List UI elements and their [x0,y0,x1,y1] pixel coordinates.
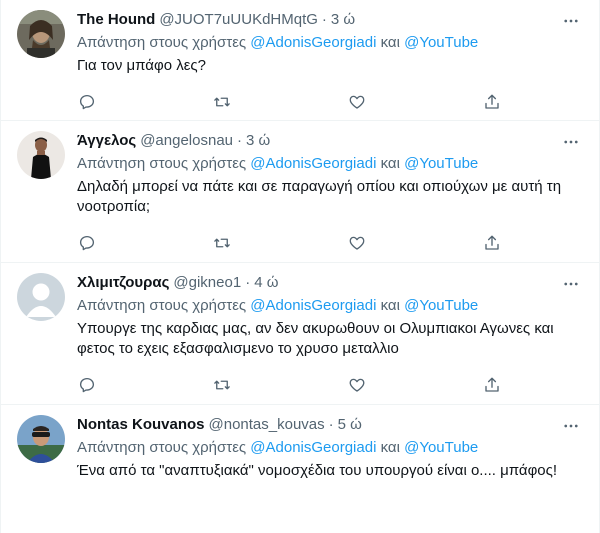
like-icon [349,378,365,392]
reply-joiner: και [380,439,400,456]
reply-context: Απάντηση στους χρήστες @AdonisGeorgiadi … [77,33,583,53]
avatar[interactable] [17,10,65,58]
more-icon [564,424,578,428]
reply-feed: The Hound @JUOT7uUUKdHMqtG · 3 ώ Απάντησ… [0,0,600,533]
share-icon [485,377,499,392]
share-icon [485,235,499,250]
separator-dot: · [321,11,327,28]
mention-link[interactable]: @YouTube [404,439,478,456]
author-handle[interactable]: @angelosnau [140,131,233,151]
mention-link[interactable]: @AdonisGeorgiadi [250,34,376,51]
more-button[interactable] [561,416,581,436]
retweet-icon [214,380,230,390]
tweet[interactable]: Άγγελος @angelosnau · 3 ώ Απάντηση στους… [1,121,599,263]
action-bar [77,365,502,405]
retweet-icon [214,238,230,248]
like-button[interactable] [347,92,367,112]
reply-joiner: και [380,155,400,172]
reply-context: Απάντηση στους χρήστες @AdonisGeorgiadi … [77,154,583,174]
share-button[interactable] [482,375,502,395]
timestamp[interactable]: 3 ώ [331,10,355,30]
reply-prefix: Απάντηση στους χρήστες [77,439,247,456]
author-handle[interactable]: @JUOT7uUUKdHMqtG [159,10,318,30]
timestamp[interactable]: 3 ώ [246,131,270,151]
tweet-text: Για τον μπάφο λες? [77,57,206,74]
share-button[interactable] [482,233,502,253]
reply-joiner: και [380,34,400,51]
separator-dot: · [328,416,334,433]
mention-link[interactable]: @YouTube [404,34,478,51]
mention-link[interactable]: @YouTube [404,297,478,314]
author-name[interactable]: Nontas Kouvanos [77,415,205,435]
action-bar [77,223,502,263]
reply-joiner: και [380,297,400,314]
mention-link[interactable]: @AdonisGeorgiadi [250,439,376,456]
share-icon [485,94,499,109]
mention-link[interactable]: @YouTube [404,155,478,172]
timestamp[interactable]: 5 ώ [338,415,362,435]
reply-button[interactable] [77,375,97,395]
more-icon [564,282,578,286]
reply-prefix: Απάντηση στους χρήστες [77,34,247,51]
reply-icon [79,94,95,110]
author-name[interactable]: Χλιμιτζουρας [77,273,169,293]
author-handle[interactable]: @nontas_kouvas [209,415,325,435]
avatar[interactable] [17,131,65,179]
more-button[interactable] [561,274,581,294]
like-button[interactable] [347,233,367,253]
mention-link[interactable]: @AdonisGeorgiadi [250,155,376,172]
author-handle[interactable]: @gikneo1 [173,273,241,293]
reply-button[interactable] [77,92,97,112]
avatar[interactable] [17,273,65,321]
more-icon [564,140,578,144]
reply-button[interactable] [77,233,97,253]
tweet-text: Υπουργε της καρδιας μας, αν δεν ακυρωθου… [77,320,554,357]
retweet-button[interactable] [212,233,232,253]
retweet-icon [214,97,230,107]
reply-context: Απάντηση στους χρήστες @AdonisGeorgiadi … [77,296,583,316]
tweet-text: Ένα από τα "αναπτυξιακά" νομοσχέδια του … [77,462,558,479]
avatar[interactable] [17,415,65,463]
tweet-text: Δηλαδή μπορεί να πάτε και σε παραγωγή οπ… [77,178,562,215]
reply-icon [79,235,95,251]
tweet[interactable]: Χλιμιτζουρας @gikneo1 · 4 ώ Απάντηση στο… [1,263,599,405]
tweet[interactable]: Nontas Kouvanos @nontas_kouvas · 5 ώ Απά… [1,405,599,533]
author-name[interactable]: Άγγελος [77,131,136,151]
tweet[interactable]: The Hound @JUOT7uUUKdHMqtG · 3 ώ Απάντησ… [1,0,599,121]
author-name[interactable]: The Hound [77,10,155,30]
reply-context: Απάντηση στους χρήστες @AdonisGeorgiadi … [77,438,583,458]
reply-prefix: Απάντηση στους χρήστες [77,297,247,314]
like-icon [349,236,365,250]
share-button[interactable] [482,92,502,112]
more-button[interactable] [561,132,581,152]
timestamp[interactable]: 4 ώ [254,273,278,293]
more-icon [564,19,578,23]
like-button[interactable] [347,375,367,395]
retweet-button[interactable] [212,92,232,112]
like-icon [349,95,365,109]
reply-prefix: Απάντηση στους χρήστες [77,155,247,172]
separator-dot: · [245,274,251,291]
mention-link[interactable]: @AdonisGeorgiadi [250,297,376,314]
action-bar [77,82,502,122]
reply-icon [79,377,95,393]
separator-dot: · [237,132,243,149]
retweet-button[interactable] [212,375,232,395]
more-button[interactable] [561,11,581,31]
